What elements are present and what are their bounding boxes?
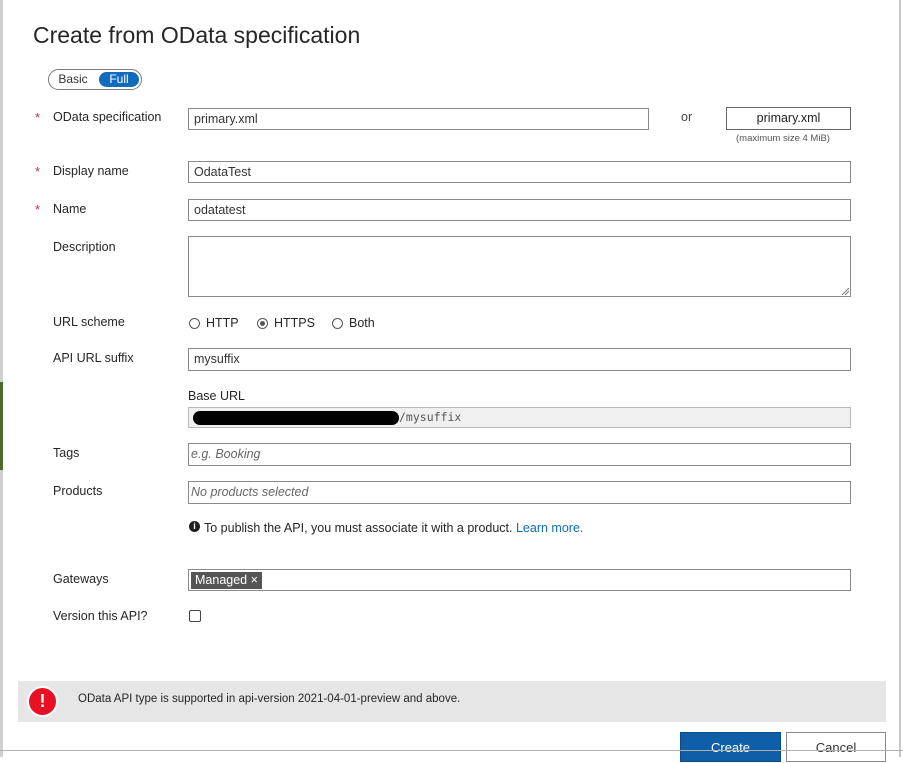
dialog-title: Create from OData specification — [33, 22, 361, 48]
url-scheme-label: URL scheme — [53, 315, 125, 329]
dialog-scrollbar-edge — [899, 0, 901, 757]
required-marker: * — [35, 164, 41, 179]
gateway-chip-managed[interactable]: Managed × — [191, 572, 262, 589]
gateways-input[interactable]: Managed × — [188, 569, 851, 591]
display-name-input[interactable]: OdataTest — [188, 161, 851, 183]
odata-spec-label: OData specification — [53, 110, 162, 124]
products-info-message: To publish the API, you must associate i… — [204, 521, 513, 535]
name-input[interactable]: odatatest — [188, 199, 851, 221]
error-icon: ! — [27, 686, 58, 717]
cancel-button[interactable]: Cancel — [786, 732, 886, 762]
viewport-bottom-edge — [0, 750, 903, 751]
products-input[interactable]: No products selected — [188, 481, 851, 504]
description-label: Description — [53, 240, 116, 254]
display-name-label: Display name — [53, 164, 129, 178]
version-label: Version this API? — [53, 609, 148, 623]
name-label: Name — [53, 202, 87, 216]
banner-message: OData API type is supported in api-versi… — [78, 693, 461, 705]
version-checkbox[interactable] — [189, 610, 201, 622]
background-page-edge-accent — [0, 382, 3, 470]
api-url-suffix-input[interactable]: mysuffix — [188, 348, 851, 371]
mode-toggle[interactable]: Basic Full — [48, 69, 142, 90]
or-text: or — [681, 110, 693, 124]
resize-handle-icon[interactable] — [842, 288, 849, 295]
create-button[interactable]: Create — [680, 732, 781, 762]
tags-label: Tags — [53, 446, 80, 460]
mode-basic-option[interactable]: Basic — [57, 72, 89, 87]
tags-input[interactable]: e.g. Booking — [188, 443, 851, 466]
description-textarea[interactable] — [188, 236, 851, 297]
api-url-suffix-label: API URL suffix — [53, 351, 134, 365]
max-size-note: (maximum size 4 MiB) — [736, 133, 830, 144]
radio-https[interactable] — [257, 318, 268, 329]
mode-full-option[interactable]: Full — [99, 72, 139, 87]
gateways-label: Gateways — [53, 572, 109, 586]
radio-both[interactable] — [332, 318, 343, 329]
radio-http-label[interactable]: HTTP — [206, 316, 239, 330]
info-icon: i — [189, 521, 200, 532]
background-page-edge — [0, 0, 3, 757]
base-url-redaction — [193, 410, 399, 425]
required-marker: * — [35, 202, 41, 217]
radio-both-label[interactable]: Both — [349, 316, 375, 330]
radio-http[interactable] — [189, 318, 200, 329]
base-url-suffix: /mysuffix — [399, 410, 462, 424]
base-url-field: /mysuffix — [188, 407, 851, 428]
products-label: Products — [53, 484, 103, 498]
radio-https-label[interactable]: HTTPS — [274, 316, 315, 330]
required-marker: * — [35, 110, 41, 125]
odata-spec-input[interactable]: primary.xml — [188, 108, 649, 130]
select-file-button[interactable]: primary.xml — [726, 107, 851, 130]
gateway-chip-label: Managed — [195, 573, 248, 587]
learn-more-link[interactable]: Learn more. — [516, 521, 583, 535]
base-url-label: Base URL — [188, 389, 245, 403]
products-info-text: To publish the API, you must associate i… — [204, 521, 583, 535]
chip-remove-icon[interactable]: × — [251, 573, 258, 587]
